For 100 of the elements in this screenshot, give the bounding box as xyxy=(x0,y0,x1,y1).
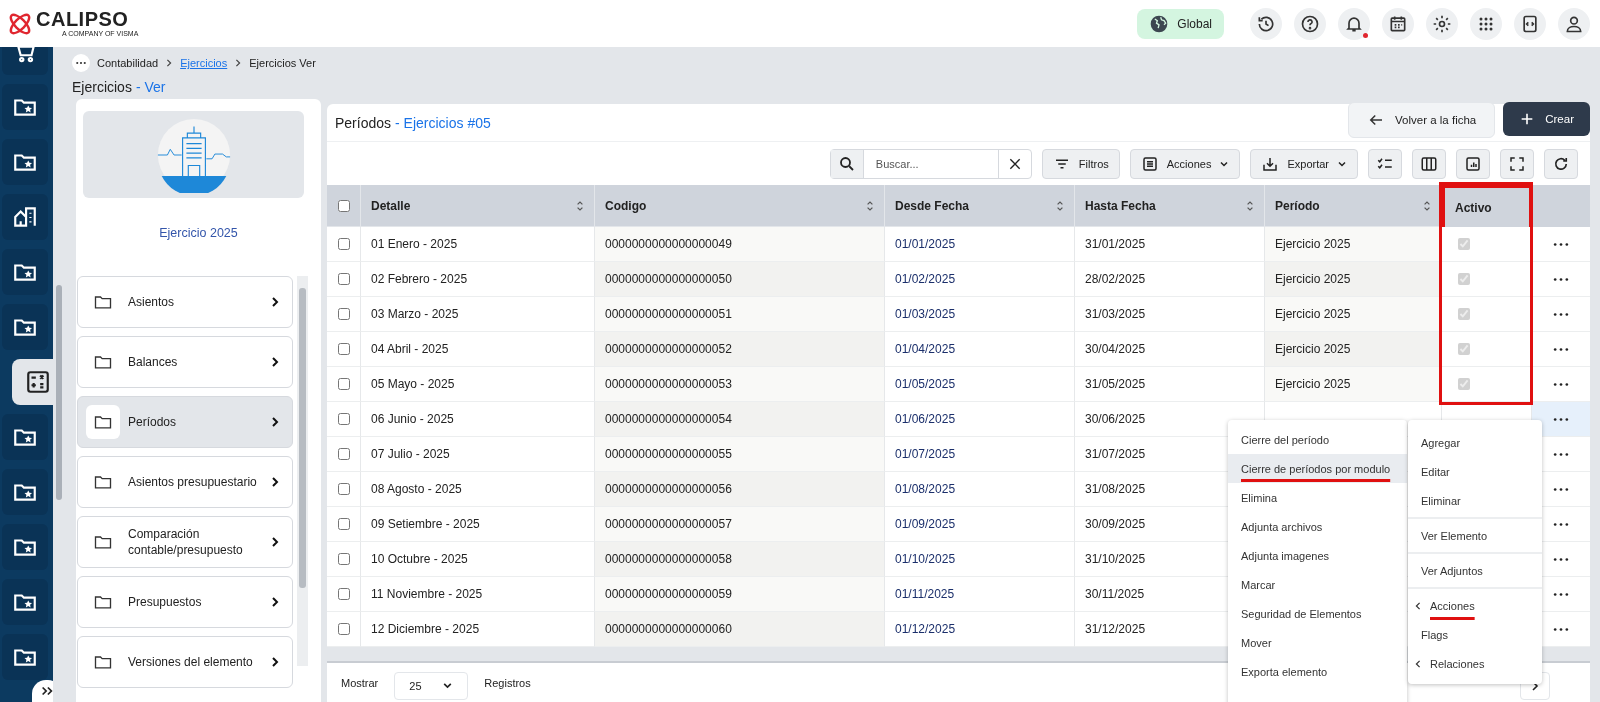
footer-label: Mostrar xyxy=(341,676,379,689)
section-item[interactable]: Comparación contable/presupuesto xyxy=(77,516,293,568)
settings-button[interactable] xyxy=(1426,7,1458,40)
table-cell: 01/07/2025 xyxy=(885,437,1075,472)
breadcrumb-item: Ejercicios Ver xyxy=(249,57,316,69)
columns-button[interactable] xyxy=(1412,148,1446,179)
table-cell: Ejercicio 2025 xyxy=(1265,262,1442,297)
section-item[interactable]: Períodos xyxy=(77,396,293,448)
help-button[interactable] xyxy=(1294,7,1326,40)
row-checkbox[interactable] xyxy=(337,238,350,250)
more-button[interactable] xyxy=(72,54,90,72)
nav-item[interactable] xyxy=(2,469,48,515)
table-cell: 01/08/2025 xyxy=(885,472,1075,507)
table-cell: 0000000000000000054 xyxy=(595,402,885,437)
more-icon xyxy=(1552,311,1570,317)
menu-item[interactable]: Ver Elemento xyxy=(1408,521,1542,550)
menu-item[interactable]: Ver Adjuntos xyxy=(1408,556,1542,585)
row-checkbox[interactable] xyxy=(337,273,350,285)
user-button[interactable] xyxy=(1558,7,1590,40)
create-button[interactable]: Crear xyxy=(1503,102,1590,136)
section-item[interactable]: Asientos xyxy=(77,276,293,328)
table-cell: Ejercicio 2025 xyxy=(1265,332,1442,367)
row-checkbox[interactable] xyxy=(337,308,350,320)
page-title: Ejercicios xyxy=(72,78,132,95)
menu-item[interactable]: Exporta elemento xyxy=(1228,657,1407,686)
menu-item[interactable]: Cierre de períodos por modulo xyxy=(1228,454,1407,483)
menu-item[interactable]: Flags xyxy=(1408,620,1542,649)
row-checkbox[interactable] xyxy=(337,483,350,495)
row-checkbox[interactable] xyxy=(337,378,350,390)
globe-icon xyxy=(1149,13,1170,34)
column-header[interactable]: Detalle xyxy=(361,185,595,227)
menu-item[interactable]: Acciones xyxy=(1408,591,1542,620)
calendar-button[interactable] xyxy=(1382,7,1414,40)
chevron-right-icon xyxy=(270,357,280,367)
table-cell: 01/03/2025 xyxy=(885,297,1075,332)
nav-item[interactable] xyxy=(12,359,53,405)
table-cell: 01/10/2025 xyxy=(885,542,1075,577)
nav-item[interactable] xyxy=(2,304,48,350)
notifications-button[interactable] xyxy=(1338,7,1370,40)
code-file-icon xyxy=(1520,13,1540,34)
checklist-button[interactable] xyxy=(1368,148,1402,179)
fullscreen-button[interactable] xyxy=(1500,148,1534,179)
chevron-right-icon xyxy=(270,297,280,307)
row-checkbox[interactable] xyxy=(337,623,350,635)
select-all-checkbox[interactable] xyxy=(337,199,350,212)
table-cell: 01/01/2025 xyxy=(885,227,1075,262)
nav-item[interactable] xyxy=(2,194,48,240)
table-cell: 01/11/2025 xyxy=(885,577,1075,612)
nav-item[interactable] xyxy=(2,84,48,130)
panel-title: Períodos xyxy=(335,114,392,131)
menu-item[interactable]: Eliminar xyxy=(1408,486,1542,515)
report-button[interactable] xyxy=(1456,148,1490,179)
row-checkbox[interactable] xyxy=(337,343,350,355)
back-button[interactable]: Volver a la ficha xyxy=(1348,102,1496,138)
section-item[interactable]: Presupuestos xyxy=(77,576,293,628)
filter-button[interactable]: Filtros xyxy=(1041,148,1120,179)
section-item[interactable]: Versiones del elemento xyxy=(77,636,293,688)
table-cell: 0000000000000000052 xyxy=(595,332,885,367)
menu-item[interactable]: Agregar xyxy=(1408,428,1542,457)
table-cell: 01/06/2025 xyxy=(885,402,1075,437)
help-icon xyxy=(1300,13,1320,34)
refresh-button[interactable] xyxy=(1544,148,1578,179)
column-header[interactable]: Desde Fecha xyxy=(885,185,1075,227)
breadcrumb-link[interactable]: Ejercicios xyxy=(180,57,228,69)
actions-dropdown[interactable]: Acciones xyxy=(1129,148,1241,179)
nav-item[interactable] xyxy=(2,139,48,185)
chevron-right-icon xyxy=(270,537,280,547)
more-icon xyxy=(1552,626,1570,632)
list-icon xyxy=(1140,154,1159,173)
page-size-select[interactable]: 25 xyxy=(394,671,469,700)
row-checkbox[interactable] xyxy=(337,588,350,600)
chevron-left-icon xyxy=(1414,659,1422,668)
section-item[interactable]: Balances xyxy=(77,336,293,388)
row-checkbox[interactable] xyxy=(337,413,350,425)
history-button[interactable] xyxy=(1250,7,1282,40)
row-checkbox[interactable] xyxy=(337,518,350,530)
table-cell: 0000000000000000049 xyxy=(595,227,885,262)
section-item[interactable]: Asientos presupuestario xyxy=(77,456,293,508)
scope-button[interactable]: Global xyxy=(1137,8,1224,39)
column-header[interactable]: Activo xyxy=(1442,185,1532,227)
scrollbar[interactable] xyxy=(56,285,62,500)
search-field[interactable]: Buscar... xyxy=(829,148,1032,179)
nav-item[interactable] xyxy=(2,579,48,625)
column-header[interactable]: Hasta Fecha xyxy=(1075,185,1265,227)
menu-item[interactable]: Editar xyxy=(1408,457,1542,486)
nav-item[interactable] xyxy=(2,524,48,570)
scrollbar[interactable] xyxy=(299,288,306,588)
nav-item[interactable] xyxy=(2,414,48,460)
apps-button[interactable] xyxy=(1470,7,1502,40)
table-cell: 01/04/2025 xyxy=(885,332,1075,367)
chevron-right-icon xyxy=(270,477,280,487)
menu-item[interactable]: Relaciones xyxy=(1408,649,1542,678)
nav-item[interactable] xyxy=(2,249,48,295)
nav-item[interactable] xyxy=(2,634,48,680)
record-name: Ejercicio 2025 xyxy=(158,226,239,240)
expand-button[interactable] xyxy=(32,680,53,702)
code-button[interactable] xyxy=(1514,7,1546,40)
row-checkbox[interactable] xyxy=(337,448,350,460)
export-dropdown[interactable]: Exportar xyxy=(1250,148,1358,179)
row-checkbox[interactable] xyxy=(337,553,350,565)
